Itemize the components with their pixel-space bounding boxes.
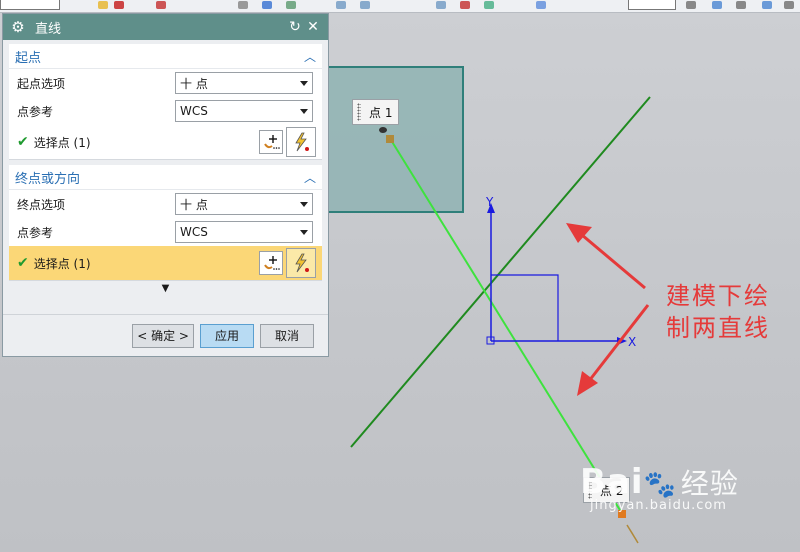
reset-icon[interactable]: ↻ xyxy=(286,19,304,35)
chevron-down-icon xyxy=(300,80,308,86)
chevron-down-icon xyxy=(300,201,308,207)
toolbar-tool-icon[interactable] xyxy=(536,1,546,9)
start-option-row: 起点选项 十 点 xyxy=(9,69,322,97)
top-toolbar xyxy=(0,0,800,13)
checkmark-icon: ✔ xyxy=(17,134,29,150)
toolbar-tool-icon[interactable] xyxy=(360,1,370,9)
point-constructor-icon xyxy=(264,135,280,149)
point-dialog-button[interactable] xyxy=(259,130,283,154)
toolbar-combo-right[interactable] xyxy=(628,0,676,10)
chevron-down-icon xyxy=(300,108,308,114)
inferred-point-button[interactable] xyxy=(286,248,316,278)
start-select-point-row[interactable]: ✔ 选择点 (1) xyxy=(9,125,322,159)
toolbar-tool-icon[interactable] xyxy=(712,1,722,9)
annotation-line-1: 建模下绘 xyxy=(666,282,770,310)
end-option-row: 终点选项 十 点 xyxy=(9,190,322,218)
wcs-triad xyxy=(486,203,627,345)
start-group-header[interactable]: 起点 ︿ xyxy=(9,44,322,69)
toolbar-tool-icon[interactable] xyxy=(286,1,296,9)
annotation-line-2: 制两直线 xyxy=(666,314,770,342)
toolbar-combo-left[interactable] xyxy=(0,0,60,10)
cancel-button[interactable]: 取消 xyxy=(260,323,314,348)
dialog-footer: < 确定 > 应用 取消 xyxy=(3,314,328,356)
toolbar-tool-icon[interactable] xyxy=(98,1,108,9)
annotation-arrows xyxy=(566,223,650,396)
drag-grip-icon[interactable] xyxy=(357,103,361,121)
watermark: Bai🐾 经验 jingyan.baidu.com xyxy=(580,462,739,513)
inferred-point-button[interactable] xyxy=(286,127,316,157)
triangle-down-icon: ▼ xyxy=(161,283,170,294)
point-1-marker[interactable] xyxy=(386,135,394,143)
axis-y-label: Y xyxy=(486,195,494,209)
point-2-handle xyxy=(626,524,639,544)
chevron-up-icon[interactable]: ︿ xyxy=(304,48,316,65)
toolbar-tool-icon[interactable] xyxy=(784,1,794,9)
more-options-toggle[interactable]: ▼ xyxy=(3,283,328,299)
toolbar-tool-icon[interactable] xyxy=(736,1,746,9)
toolbar-tool-icon[interactable] xyxy=(262,1,272,9)
chevron-up-icon[interactable]: ︿ xyxy=(304,169,316,186)
close-icon[interactable]: ✕ xyxy=(304,19,322,35)
dialog-titlebar[interactable]: ⚙ 直线 ↻ ✕ xyxy=(3,14,328,40)
gear-icon[interactable]: ⚙ xyxy=(9,18,27,36)
point-constructor-icon xyxy=(264,256,280,270)
lightning-point-icon xyxy=(295,132,309,152)
dialog-title: 直线 xyxy=(35,21,62,37)
end-ref-select[interactable]: WCS xyxy=(175,221,313,243)
ok-button[interactable]: < 确定 > xyxy=(132,323,194,348)
toolbar-tool-icon[interactable] xyxy=(484,1,494,9)
end-ref-row: 点参考 WCS xyxy=(9,218,322,246)
chevron-down-icon xyxy=(300,229,308,235)
toolbar-tool-icon[interactable] xyxy=(762,1,772,9)
end-group-header[interactable]: 终点或方向 ︿ xyxy=(9,165,322,190)
toolbar-tool-icon[interactable] xyxy=(436,1,446,9)
point-1-label[interactable]: 点 1 xyxy=(352,99,400,125)
toolbar-tool-icon[interactable] xyxy=(238,1,248,9)
line-dialog: ⚙ 直线 ↻ ✕ 起点 ︿ 起点选项 十 点 点参考 WCS ✔ 选择点 (1) xyxy=(2,13,329,357)
end-option-select[interactable]: 十 点 xyxy=(175,193,313,215)
watermark-url: jingyan.baidu.com xyxy=(590,498,727,513)
paw-icon: 🐾 xyxy=(643,470,677,500)
checkmark-icon: ✔ xyxy=(17,255,29,271)
toolbar-tool-icon[interactable] xyxy=(460,1,470,9)
start-option-select[interactable]: 十 点 xyxy=(175,72,313,94)
toolbar-tool-icon[interactable] xyxy=(336,1,346,9)
end-select-point-row[interactable]: ✔ 选择点 (1) xyxy=(9,246,322,280)
line-bright-green[interactable] xyxy=(390,139,624,516)
toolbar-tool-icon[interactable] xyxy=(686,1,696,9)
axis-x-label: X xyxy=(628,335,637,349)
point-dialog-button[interactable] xyxy=(259,251,283,275)
lightning-point-icon xyxy=(295,253,309,273)
start-ref-row: 点参考 WCS xyxy=(9,97,322,125)
point-1-handle xyxy=(379,127,387,133)
apply-button[interactable]: 应用 xyxy=(200,323,254,348)
start-ref-select[interactable]: WCS xyxy=(175,100,313,122)
toolbar-tool-icon[interactable] xyxy=(114,1,124,9)
watermark-brand: Bai🐾 经验 xyxy=(580,462,739,502)
toolbar-tool-icon[interactable] xyxy=(156,1,166,9)
end-point-group: 终点或方向 ︿ 终点选项 十 点 点参考 WCS ✔ 选择点 (1) xyxy=(9,165,322,281)
start-point-group: 起点 ︿ 起点选项 十 点 点参考 WCS ✔ 选择点 (1) xyxy=(9,44,322,160)
